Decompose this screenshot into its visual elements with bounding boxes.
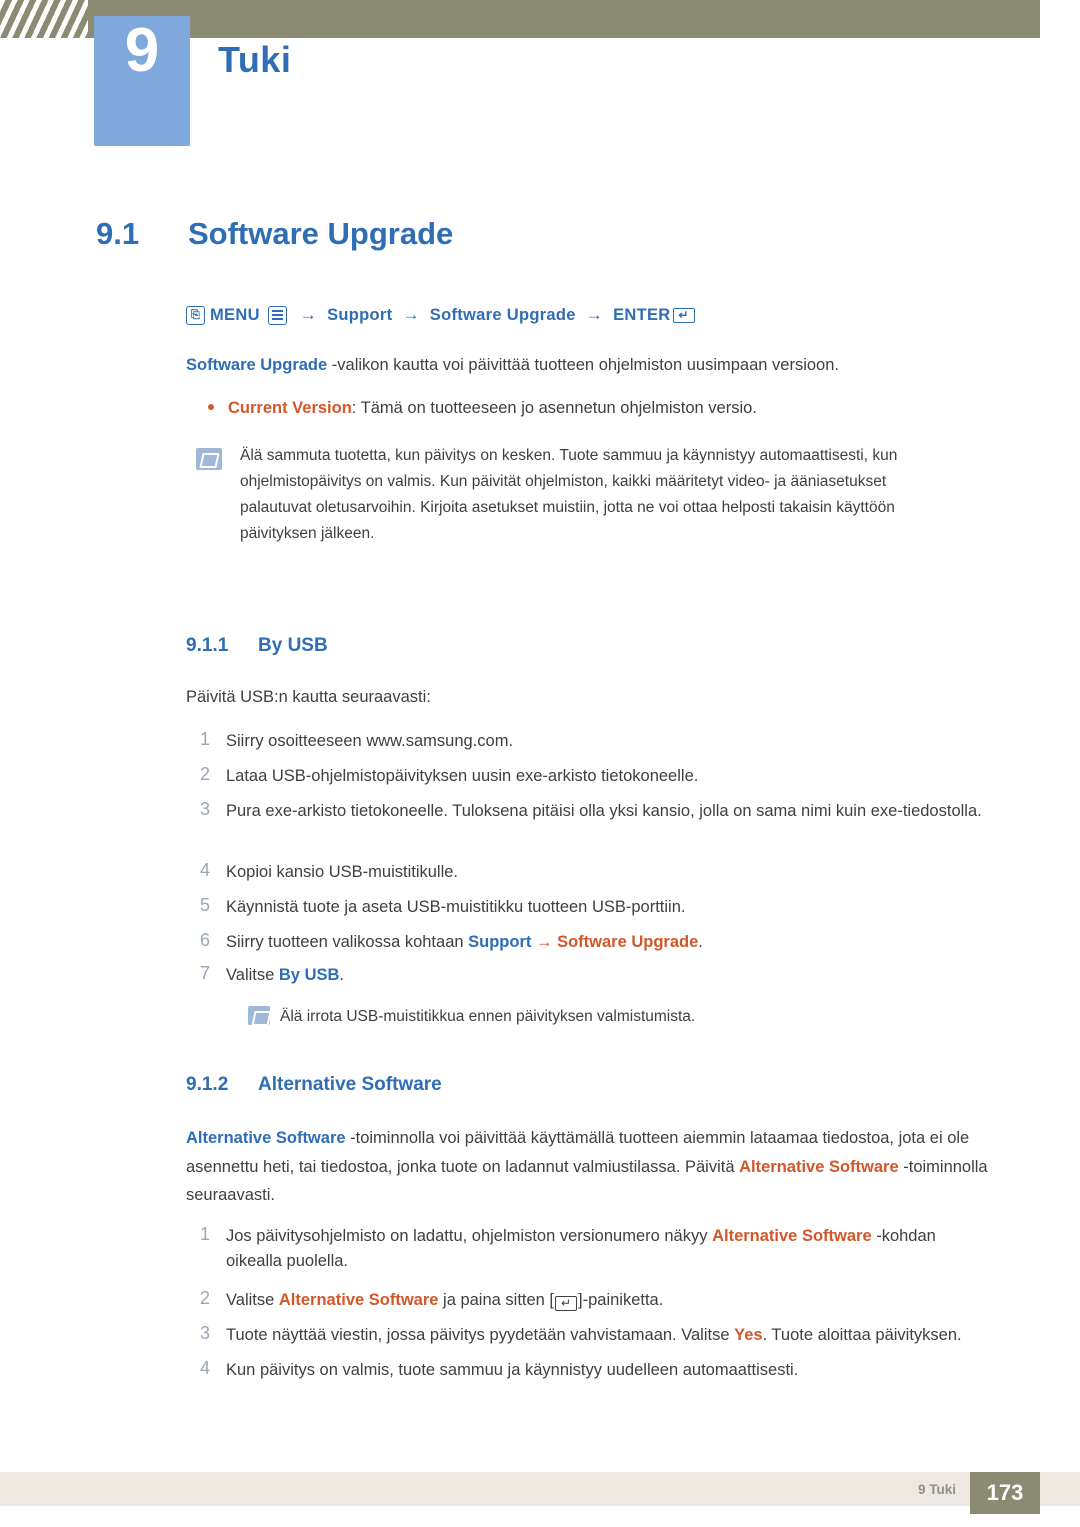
bullet-paragraph: Current Version: Tämä on tuotteeseen jo … bbox=[228, 396, 968, 421]
note-paragraph-1: Älä sammuta tuotetta, kun päivitys on ke… bbox=[240, 447, 898, 543]
list-number: 1 bbox=[199, 1224, 210, 1244]
alt-step3-bold: Yes bbox=[734, 1326, 763, 1344]
list-item: Valitse By USB. bbox=[226, 963, 956, 988]
list-number: 3 bbox=[199, 1323, 210, 1343]
list-number: 4 bbox=[199, 860, 210, 880]
alt-step2-suffix: ]-painiketta. bbox=[578, 1291, 664, 1309]
subsection-title-2: Alternative Software bbox=[258, 1074, 442, 1095]
subsection-number-1: 9.1.1 bbox=[186, 635, 229, 656]
list-item: Siirry tuotteen valikossa kohtaan Suppor… bbox=[226, 930, 986, 955]
list-number: 4 bbox=[199, 1358, 210, 1378]
alt-step1-bold: Alternative Software bbox=[712, 1227, 872, 1245]
enter-key-icon bbox=[555, 1295, 578, 1311]
step7-bold-by-usb: By USB bbox=[278, 966, 340, 984]
menu-path: ⎘ MENU → Support → Software Upgrade → EN… bbox=[186, 298, 906, 332]
alt-intro-bold-1: Alternative Software bbox=[186, 1129, 346, 1147]
header-right-cap bbox=[1040, 0, 1080, 38]
menu-path-menu-label: MENU bbox=[210, 305, 260, 324]
alt-step2-bold: Alternative Software bbox=[278, 1291, 439, 1309]
menu-path-item-support: Support bbox=[327, 305, 393, 324]
alt-step2-prefix: Valitse bbox=[226, 1291, 279, 1309]
menu-path-arrow-3: → bbox=[585, 305, 604, 324]
step6-bold-support: Support bbox=[468, 933, 532, 951]
chapter-title: Tuki bbox=[218, 39, 292, 80]
hamburger-icon bbox=[267, 305, 287, 325]
note-icon bbox=[248, 1006, 270, 1025]
list-item: Käynnistä tuote ja aseta USB-muistitikku… bbox=[226, 898, 686, 916]
list-item: Tuote näyttää viestin, jossa päivitys py… bbox=[226, 1323, 1026, 1348]
bullet-marker bbox=[208, 404, 214, 410]
list-item: Kun päivitys on valmis, tuote sammuu ja … bbox=[226, 1361, 799, 1379]
list-number: 6 bbox=[199, 930, 210, 950]
list-number: 5 bbox=[199, 895, 210, 915]
section-title: Software Upgrade bbox=[188, 216, 454, 251]
alt-step3-prefix: Tuote näyttää viestin, jossa päivitys py… bbox=[226, 1326, 735, 1344]
intro-paragraph: Software Upgrade -valikon kautta voi päi… bbox=[186, 353, 946, 378]
alt-intro-bold-2: Alternative Software bbox=[739, 1157, 899, 1176]
alt-step2-mid: ja paina sitten [ bbox=[438, 1291, 555, 1309]
alt-step1-suffix: -kohdan bbox=[871, 1227, 936, 1245]
list-number: 3 bbox=[199, 799, 210, 819]
bullet-rest: : Tämä on tuotteeseen jo asennetun ohjel… bbox=[351, 399, 757, 417]
subsection-title-1: By USB bbox=[258, 635, 328, 656]
enter-key-icon bbox=[672, 307, 695, 323]
list-item: Siirry osoitteeseen www.samsung.com. bbox=[226, 732, 514, 750]
list-item: Jos päivitysohjelmisto on ladattu, ohjel… bbox=[226, 1224, 1016, 1274]
menu-key-icon: ⎘ bbox=[186, 305, 205, 325]
list-number: 7 bbox=[199, 963, 210, 983]
footer-page-number: 173 bbox=[970, 1472, 1040, 1514]
note-icon bbox=[196, 448, 222, 470]
list-item: Lataa USB-ohjelmistopäivityksen uusin ex… bbox=[226, 767, 699, 785]
menu-path-arrow-1: → bbox=[299, 305, 318, 324]
section-number: 9.1 bbox=[96, 216, 140, 251]
note-paragraph-2: Älä irrota USB-muistitikkua ennen päivit… bbox=[280, 1008, 696, 1025]
alt-step3-suffix: . Tuote aloittaa päivityksen. bbox=[762, 1326, 962, 1344]
step6-arrow: → bbox=[535, 933, 553, 951]
menu-path-arrow-2: → bbox=[402, 305, 420, 324]
list-item: Pura exe-arkisto tietokoneelle. Tuloksen… bbox=[226, 802, 982, 820]
step7-suffix: . bbox=[339, 966, 344, 984]
intro-bold: Software Upgrade bbox=[186, 356, 328, 374]
step6-prefix: Siirry tuotteen valikossa kohtaan bbox=[226, 933, 469, 951]
menu-path-enter-label: ENTER bbox=[613, 305, 671, 324]
alt-step1-prefix: Jos päivitysohjelmisto on ladattu, ohjel… bbox=[226, 1227, 713, 1245]
header-hatch-pattern bbox=[0, 0, 88, 38]
footer-chapter-label: 9 Tuki bbox=[917, 1482, 956, 1497]
intro-rest: -valikon kautta voi päivittää tuotteen o… bbox=[327, 356, 839, 374]
alt-step1-line2: oikealla puolella. bbox=[226, 1251, 349, 1270]
step6-bold-software-upgrade: Software Upgrade bbox=[557, 933, 699, 951]
chapter-number: 9 bbox=[124, 16, 160, 85]
list-item: Kopioi kansio USB-muistitikulle. bbox=[226, 863, 459, 881]
list-number: 2 bbox=[199, 1288, 210, 1308]
bullet-bold: Current Version bbox=[228, 399, 352, 417]
list-number: 1 bbox=[199, 729, 210, 749]
step7-prefix: Valitse bbox=[226, 966, 279, 984]
subsection-number-2: 9.1.2 bbox=[186, 1074, 229, 1095]
step6-suffix: . bbox=[698, 933, 703, 951]
menu-path-item-software-upgrade: Software Upgrade bbox=[429, 305, 576, 324]
alternative-software-intro: Alternative Software -toiminnolla voi pä… bbox=[186, 1124, 996, 1210]
list-number: 2 bbox=[199, 764, 210, 784]
list-item: Valitse Alternative Software ja paina si… bbox=[226, 1288, 1016, 1313]
by-usb-lead: Päivitä USB:n kautta seuraavasti: bbox=[186, 688, 431, 706]
